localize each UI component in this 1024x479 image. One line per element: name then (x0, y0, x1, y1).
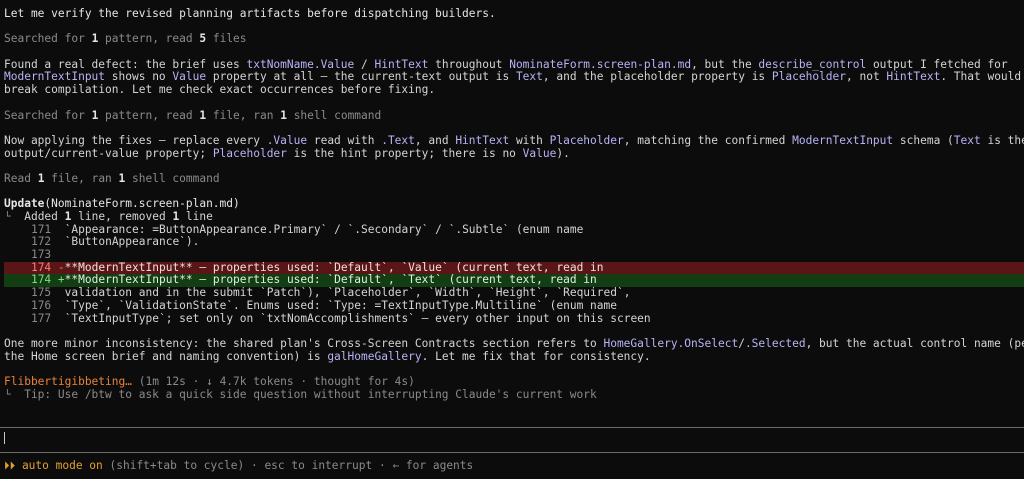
minor-paragraph-line2: the Home screen brief and naming convent… (4, 350, 651, 363)
diff-line-number: 173 (30, 249, 52, 262)
diff-line-added: 174 +**ModernTextInput** — properties us… (4, 274, 1024, 288)
spinner-status: Flibbertigibbeting… (1m 12s · ↓ 4.7k tok… (4, 375, 415, 388)
diff-line-text: validation and in the submit `Patch`), `… (64, 287, 631, 300)
diff-line-text: `Type`, `ValidationState`. Enums used: `… (64, 299, 617, 312)
diff-line-number: 175 (30, 287, 52, 300)
diff-line-context: 172 `ButtonAppearance`). (4, 236, 1024, 249)
tool-summary-search: Searched for 1 pattern, read 5 files (4, 33, 247, 46)
diff-line-context: 171 `Appearance: =ButtonAppearance.Prima… (4, 224, 1024, 237)
diff-line-text: `ButtonAppearance`). (64, 236, 200, 249)
defect-paragraph-line2: ModernTextInput shows no Value property … (4, 71, 1022, 84)
agents-hint: ← for agents (392, 459, 474, 472)
defect-paragraph-line1: Found a real defect: the brief uses txtN… (4, 58, 1008, 71)
auto-mode-indicator[interactable]: auto mode on (15, 459, 103, 472)
spinner-word: Flibbertigibbeting… (4, 375, 132, 388)
diff-line-text: `TextInputType`; set only on `txtNomAcco… (64, 312, 651, 325)
update-summary: └ Added 1 line, removed 1 line (4, 211, 213, 223)
tool-summary-read: Read 1 file, ran 1 shell command (4, 172, 220, 185)
prompt-input[interactable] (4, 432, 1020, 446)
diff-line-text: `Appearance: =ButtonAppearance.Primary` … (64, 223, 584, 236)
intro-line: Let me verify the revised planning artif… (4, 8, 496, 20)
tip-line: └ Tip: Use /btw to ask a quick side ques… (4, 388, 597, 401)
status-bar: ⏵⏵ auto mode on (shift+tab to cycle) · e… (4, 459, 474, 472)
diff-line-context: 173 (4, 249, 1024, 262)
input-bottom-divider (0, 452, 1024, 453)
diff-line-context: 175 validation and in the submit `Patch`… (4, 287, 1024, 300)
diff-line-number: 171 (30, 223, 52, 236)
diff-line-text: **ModernTextInput** — properties used: `… (64, 274, 597, 287)
diff-line-context: 177 `TextInputType`; set only on `txtNom… (4, 313, 1024, 326)
text-cursor (4, 432, 5, 444)
download-arrow-icon: ↓ (206, 375, 213, 388)
interrupt-hint: esc to interrupt (264, 459, 373, 472)
diff-line-number: 174 (30, 274, 52, 287)
defect-paragraph-line3: break compilation. Let me check exact oc… (4, 84, 436, 97)
tool-summary-search-2: Searched for 1 pattern, read 1 file, ran… (4, 109, 382, 122)
update-tool-header: Update(NominateForm.screen-plan.md) (4, 198, 240, 211)
diff-line-removed: 174 -**ModernTextInput** — properties us… (4, 261, 1024, 275)
diff-line-number: 172 (30, 236, 52, 249)
terminal-transcript: Let me verify the revised planning artif… (4, 8, 1024, 401)
diff-line-number: 177 (30, 312, 52, 325)
diff-line-context: 176 `Type`, `ValidationState`. Enums use… (4, 300, 1024, 313)
fast-forward-icon: ⏵⏵ (4, 459, 16, 472)
diff-view: 171 `Appearance: =ButtonAppearance.Prima… (4, 224, 1024, 326)
input-top-divider (0, 427, 1024, 428)
fix-paragraph-line1: Now applying the fixes — replace every .… (4, 134, 1024, 147)
minor-paragraph-line1: One more minor inconsistency: the shared… (4, 337, 1024, 350)
fix-paragraph-line2: output/current-value property; Placehold… (4, 147, 570, 160)
diff-line-number: 174 (30, 261, 52, 274)
diff-line-number: 176 (30, 299, 52, 312)
diff-line-text: **ModernTextInput** — properties used: `… (64, 261, 604, 274)
mode-cycle-hint: (shift+tab to cycle) (102, 459, 245, 472)
